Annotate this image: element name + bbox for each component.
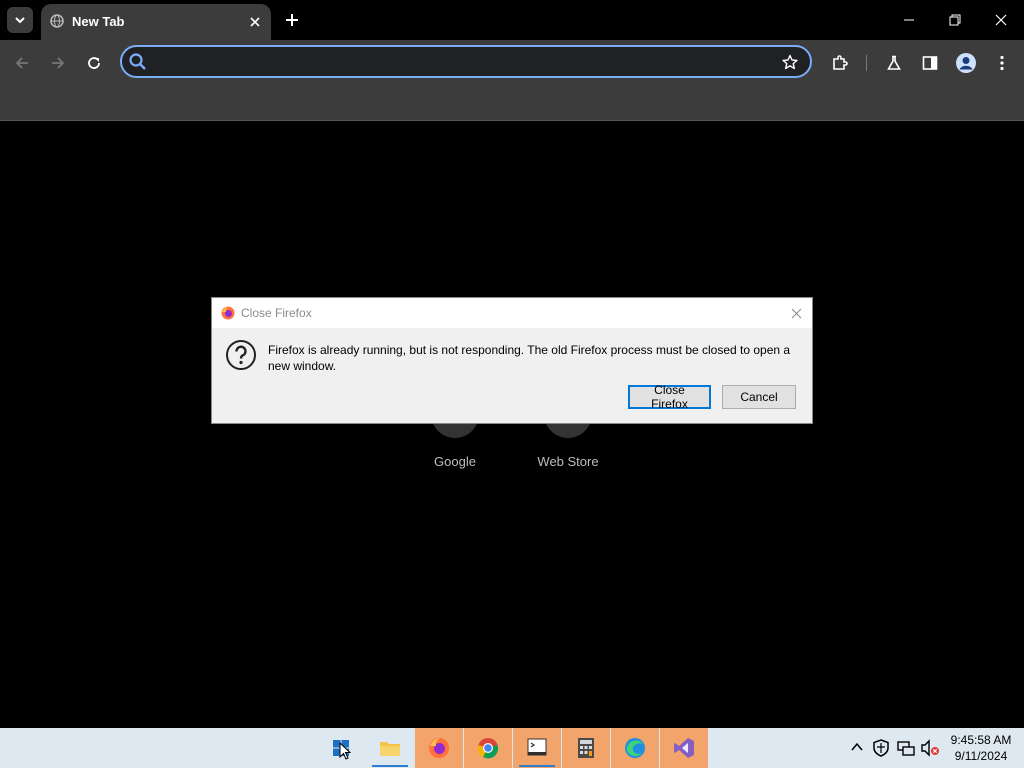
back-button[interactable]: [8, 49, 36, 77]
bookmark-star-button[interactable]: [778, 50, 802, 74]
close-icon: [995, 14, 1007, 26]
shield-icon: [873, 739, 889, 757]
start-button[interactable]: [317, 728, 365, 768]
show-hidden-icons-button[interactable]: [850, 740, 866, 756]
more-vertical-icon: [1000, 55, 1004, 71]
chrome-icon: [477, 738, 499, 759]
firefox-icon: [429, 738, 449, 758]
window-close-button[interactable]: [978, 0, 1024, 40]
folder-icon: [380, 742, 400, 756]
terminal-icon: [527, 738, 547, 756]
security-tray-icon[interactable]: [873, 739, 891, 757]
taskbar-firefox[interactable]: [415, 728, 463, 768]
restore-button[interactable]: [932, 0, 978, 40]
tab-search-button[interactable]: [7, 7, 33, 33]
network-tray-icon[interactable]: [897, 739, 915, 757]
mouse-cursor-icon: [339, 742, 351, 760]
taskbar-file-explorer[interactable]: [366, 728, 414, 768]
plus-icon: [286, 14, 298, 26]
visual-studio-icon: [674, 738, 694, 758]
menu-button[interactable]: [988, 49, 1016, 77]
address-input[interactable]: [154, 51, 758, 75]
address-bar[interactable]: [120, 45, 812, 78]
running-indicator: [372, 765, 408, 767]
taskbar-calculator[interactable]: [562, 728, 610, 768]
volume-tray-icon[interactable]: [920, 739, 940, 757]
tab-title: New Tab: [72, 14, 125, 29]
close-icon: [791, 308, 801, 318]
toolbar-divider: [866, 55, 867, 71]
minimize-button[interactable]: [886, 0, 932, 40]
network-icon: [897, 741, 915, 756]
profile-button[interactable]: [952, 49, 980, 77]
edge-icon: [625, 738, 645, 758]
side-panel-button[interactable]: [916, 49, 944, 77]
shortcut-label: Google: [434, 454, 476, 469]
new-tab-button[interactable]: [280, 8, 304, 32]
close-icon: [250, 17, 260, 27]
puzzle-icon: [833, 55, 848, 70]
avatar-icon: [956, 53, 976, 73]
taskbar: 9:45:58 AM 9/11/2024: [0, 728, 1024, 768]
taskbar-terminal[interactable]: [513, 728, 561, 768]
clock-date: 9/11/2024: [954, 749, 1008, 763]
close-firefox-button[interactable]: Close Firefox: [628, 383, 711, 411]
tab-strip: New Tab: [0, 0, 1024, 40]
star-icon: [782, 54, 798, 70]
calculator-icon: [578, 738, 594, 758]
running-indicator: [519, 765, 555, 767]
question-icon: [226, 340, 256, 370]
taskbar-chrome[interactable]: [464, 728, 512, 768]
labs-button[interactable]: [880, 49, 908, 77]
chevron-up-icon: [851, 742, 863, 751]
tab-new-tab[interactable]: New Tab: [41, 4, 271, 40]
reload-icon: [88, 57, 100, 69]
clock-time: 9:45:58 AM: [950, 733, 1012, 747]
taskbar-visual-studio[interactable]: [660, 728, 708, 768]
flask-icon: [887, 55, 901, 70]
minimize-icon: [904, 19, 914, 21]
dialog-message: Firefox is already running, but is not r…: [268, 343, 791, 373]
speaker-muted-icon: [921, 739, 939, 757]
globe-icon: [50, 14, 64, 28]
search-icon: [129, 53, 146, 70]
dialog-title: Close Firefox: [241, 306, 312, 320]
close-firefox-dialog: Close Firefox Firefox is already running…: [211, 297, 813, 424]
cancel-button[interactable]: Cancel: [722, 385, 796, 409]
tab-close-button[interactable]: [245, 12, 265, 32]
browser-toolbar: [0, 40, 1024, 86]
firefox-icon: [221, 306, 235, 320]
forward-button[interactable]: [44, 49, 72, 77]
chevron-down-icon: [15, 17, 25, 24]
reload-button[interactable]: [80, 49, 108, 77]
side-panel-icon: [922, 56, 938, 70]
system-clock[interactable]: 9:45:58 AM 9/11/2024: [946, 732, 1016, 764]
dialog-close-button[interactable]: [784, 302, 808, 324]
dialog-titlebar: Close Firefox: [212, 298, 812, 328]
restore-icon: [949, 14, 961, 26]
extensions-button[interactable]: [826, 49, 854, 77]
taskbar-edge[interactable]: [611, 728, 659, 768]
bookmark-bar: [0, 86, 1024, 121]
arrow-right-icon: [52, 57, 65, 69]
shortcut-label: Web Store: [537, 454, 599, 469]
arrow-left-icon: [15, 57, 28, 69]
